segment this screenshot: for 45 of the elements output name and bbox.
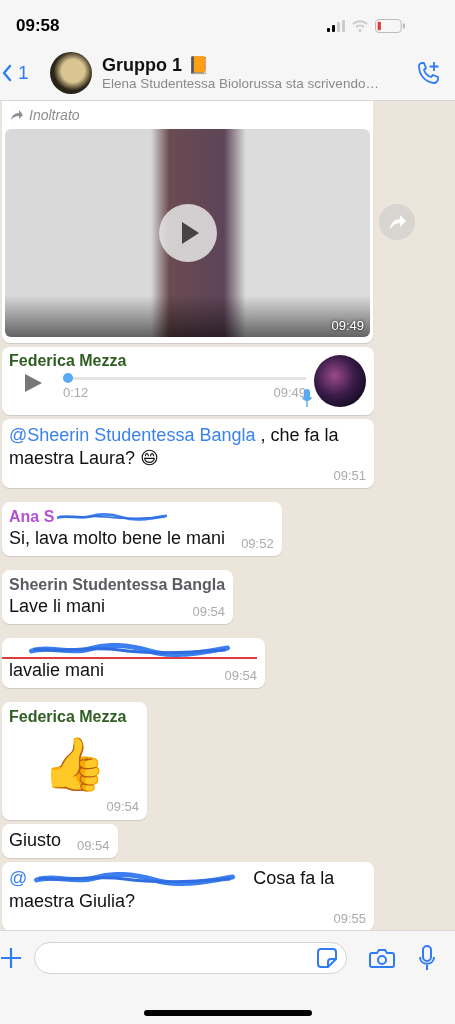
message-time: 09:51 — [333, 470, 366, 482]
wifi-icon — [351, 19, 369, 32]
status-time: 09:58 — [16, 15, 60, 36]
microphone-icon[interactable] — [419, 944, 435, 971]
message-time: 09:55 — [333, 913, 366, 925]
message-input-field[interactable] — [34, 941, 347, 974]
sticker-icon[interactable] — [316, 946, 338, 969]
message-time: 09:54 — [224, 670, 257, 682]
mention-link[interactable]: @ — [9, 868, 28, 888]
battery-icon — [375, 18, 405, 33]
sender-name: Federica Mezza — [9, 351, 127, 371]
book-emoji: 📙 — [188, 54, 209, 76]
message-time: 09:52 — [241, 538, 274, 550]
forwarded-label: Inoltrato — [29, 107, 80, 123]
play-icon[interactable] — [23, 373, 43, 393]
message-text: Si, lava molto bene le mani — [9, 527, 226, 550]
message-text: lavalie mani — [9, 659, 105, 682]
thumbs-up-emoji: 👍 — [40, 734, 108, 795]
message-time: 09:54 — [106, 799, 139, 814]
message-time: 09:54 — [77, 840, 110, 852]
camera-icon[interactable] — [369, 946, 395, 969]
signal-icon — [327, 19, 345, 32]
chat-title: Gruppo 1 — [102, 54, 182, 76]
message-text: Giusto — [9, 829, 62, 852]
group-avatar[interactable] — [50, 51, 92, 94]
add-call-icon[interactable] — [415, 59, 441, 86]
video-placeholder[interactable]: 09:49 — [5, 129, 370, 337]
sender-name: Sheerin Studentessa Bangla — [9, 575, 226, 595]
forward-arrow-icon — [10, 109, 24, 121]
sender-avatar — [314, 355, 366, 407]
typing-status: Elena Studentessa Biolorussa sta scrivendo… — [102, 75, 380, 91]
mention-link[interactable]: @Sheerin Studentessa Bangla — [9, 425, 256, 445]
back-button[interactable]: 1 — [0, 61, 50, 84]
message-text: Lave li mani — [9, 595, 106, 618]
message-text: @ Cosa fa la maestra Giulia? — [9, 867, 336, 913]
message-time: 09:49 — [331, 318, 364, 333]
message-text: @Sheerin Studentessa Bangla , che fa la maestra Laura? 😄 — [9, 424, 340, 470]
message-time: 09:49 — [273, 385, 306, 400]
back-chevron-icon — [2, 62, 12, 83]
voice-duration: 0:12 — [63, 385, 89, 400]
message-time: 09:54 — [192, 606, 226, 618]
play-icon[interactable] — [158, 204, 217, 262]
plus-icon[interactable] — [0, 946, 22, 969]
sender-name: Federica Mezza — [9, 707, 127, 727]
sender-name: Ana S — [9, 507, 55, 527]
